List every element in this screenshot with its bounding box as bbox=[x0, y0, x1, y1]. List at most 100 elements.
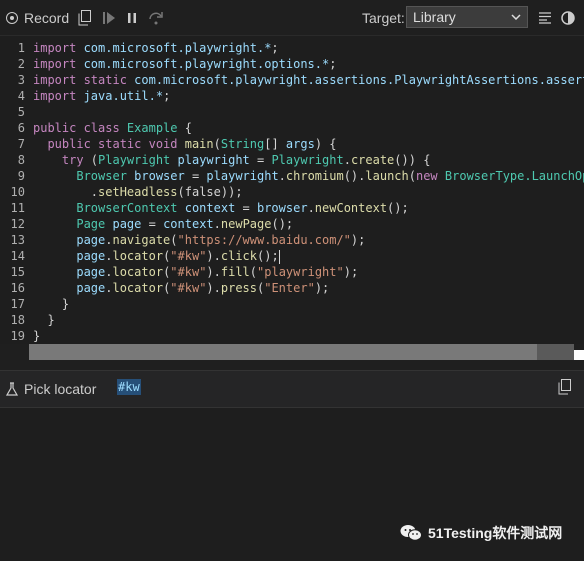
code-token: "playwright" bbox=[257, 265, 344, 279]
code-token: Page bbox=[33, 217, 113, 231]
code-text: import java.util.*; bbox=[33, 88, 170, 104]
code-line: 13 page.navigate("https://www.baidu.com/… bbox=[0, 232, 584, 248]
copy-locator-button[interactable] bbox=[558, 379, 576, 399]
target-select-value: Library bbox=[413, 9, 456, 25]
code-token: playwright bbox=[206, 169, 279, 183]
code-token: ; bbox=[329, 57, 337, 71]
code-token: locator bbox=[112, 265, 164, 279]
code-line: 10 .setHeadless(false)); bbox=[0, 184, 584, 200]
code-token: try bbox=[33, 153, 91, 167]
line-number: 6 bbox=[17, 121, 25, 135]
code-token: (); bbox=[387, 201, 409, 215]
code-token: ( bbox=[170, 233, 178, 247]
record-icon bbox=[6, 12, 18, 24]
step-over-button[interactable] bbox=[147, 6, 165, 30]
code-token: com.microsoft.playwright.options.* bbox=[83, 57, 330, 71]
code-text: page.navigate("https://www.baidu.com/"); bbox=[33, 232, 365, 248]
code-token: "Enter" bbox=[264, 281, 315, 295]
code-token: playwright bbox=[177, 153, 250, 167]
code-text: public class Example { bbox=[33, 120, 192, 136]
code-token: press bbox=[220, 281, 257, 295]
code-token: browser bbox=[134, 169, 185, 183]
code-line: 6 public class Example { bbox=[0, 120, 584, 136]
code-editor[interactable]: 1 import com.microsoft.playwright.*; 2 impo… bbox=[0, 36, 584, 344]
line-number: 17 bbox=[10, 297, 25, 311]
code-line: 4 import java.util.*; bbox=[0, 88, 584, 104]
line-number: 16 bbox=[10, 281, 25, 295]
code-token: page bbox=[33, 281, 106, 295]
code-token: ( bbox=[90, 153, 99, 167]
code-token: navigate bbox=[112, 233, 171, 247]
code-token: "#kw" bbox=[170, 265, 207, 279]
code-token: "#kw" bbox=[170, 281, 207, 295]
code-token: setHeadless bbox=[98, 185, 178, 199]
code-line: 17 } bbox=[0, 296, 584, 312]
line-number: 15 bbox=[10, 265, 25, 279]
code-text: import static com.microsoft.playwright.a… bbox=[33, 72, 584, 88]
line-number: 8 bbox=[17, 153, 25, 167]
locator-bar: Pick locator #kw bbox=[0, 370, 584, 408]
code-token: . bbox=[213, 217, 221, 231]
code-token: = bbox=[235, 201, 257, 215]
code-token: = bbox=[141, 217, 164, 231]
record-button[interactable]: Record bbox=[6, 6, 69, 30]
code-text: page.locator("#kw").fill("playwright"); bbox=[33, 264, 358, 280]
line-number: 7 bbox=[17, 137, 25, 151]
code-text: .setHeadless(false)); bbox=[33, 184, 243, 200]
line-number: 4 bbox=[17, 89, 25, 103]
code-token: main bbox=[184, 137, 214, 151]
code-line: 12 Page page = context.newPage(); bbox=[0, 216, 584, 232]
code-token: "https://www.baidu.com/" bbox=[177, 233, 351, 247]
flask-icon bbox=[6, 382, 18, 396]
code-text: BrowserContext context = browser.newCont… bbox=[33, 200, 409, 216]
code-token: args bbox=[285, 137, 315, 151]
target-select[interactable]: Library bbox=[406, 6, 528, 28]
horizontal-scrollbar[interactable] bbox=[29, 344, 574, 360]
scrollbar-corner bbox=[574, 350, 584, 360]
code-token: ( bbox=[408, 169, 416, 183]
code-token: newContext bbox=[314, 201, 388, 215]
code-token: ). bbox=[206, 281, 221, 295]
line-number: 3 bbox=[17, 73, 25, 87]
line-number: 14 bbox=[10, 249, 25, 263]
resume-button[interactable] bbox=[100, 6, 118, 30]
code-token: import bbox=[33, 41, 84, 55]
code-token: import static bbox=[33, 73, 135, 87]
code-line: 19} bbox=[0, 328, 584, 344]
line-number: 13 bbox=[10, 233, 25, 247]
wrap-lines-button[interactable] bbox=[536, 6, 554, 30]
code-line: 18 } bbox=[0, 312, 584, 328]
code-token: locator bbox=[112, 249, 164, 263]
code-token: click bbox=[220, 249, 257, 263]
resume-icon bbox=[103, 12, 115, 24]
code-text: import com.microsoft.playwright.*; bbox=[33, 40, 279, 56]
code-token: ()) { bbox=[394, 153, 431, 167]
code-token: (); bbox=[257, 249, 279, 263]
code-token: ); bbox=[314, 281, 330, 295]
wechat-icon bbox=[400, 525, 422, 541]
code-token: [] bbox=[264, 137, 286, 151]
code-token: public class bbox=[33, 121, 127, 135]
code-text: } bbox=[33, 328, 40, 344]
copy-icon bbox=[78, 10, 91, 26]
code-token: (). bbox=[343, 169, 366, 183]
code-text: public static void main(String[] args) { bbox=[33, 136, 336, 152]
locator-input[interactable]: #kw bbox=[117, 379, 141, 395]
theme-toggle-button[interactable] bbox=[559, 6, 577, 30]
pick-locator-button[interactable]: Pick locator bbox=[6, 377, 96, 401]
code-line: 5 bbox=[0, 104, 584, 120]
code-token: page bbox=[33, 233, 106, 247]
line-number: 11 bbox=[10, 201, 25, 215]
code-token: Browser bbox=[33, 169, 135, 183]
code-token: ; bbox=[271, 41, 279, 55]
code-text: try (Playwright playwright = Playwright.… bbox=[33, 152, 431, 168]
code-token: Playwright bbox=[271, 153, 344, 167]
pause-button[interactable] bbox=[123, 6, 141, 30]
copy-button[interactable] bbox=[76, 6, 94, 30]
code-token: page bbox=[33, 265, 106, 279]
step-over-icon bbox=[149, 12, 163, 25]
scrollbar-thumb[interactable] bbox=[29, 344, 537, 360]
line-number: 10 bbox=[10, 185, 25, 199]
copy-icon bbox=[558, 379, 571, 395]
code-token: com.microsoft.playwright.* bbox=[83, 41, 272, 55]
